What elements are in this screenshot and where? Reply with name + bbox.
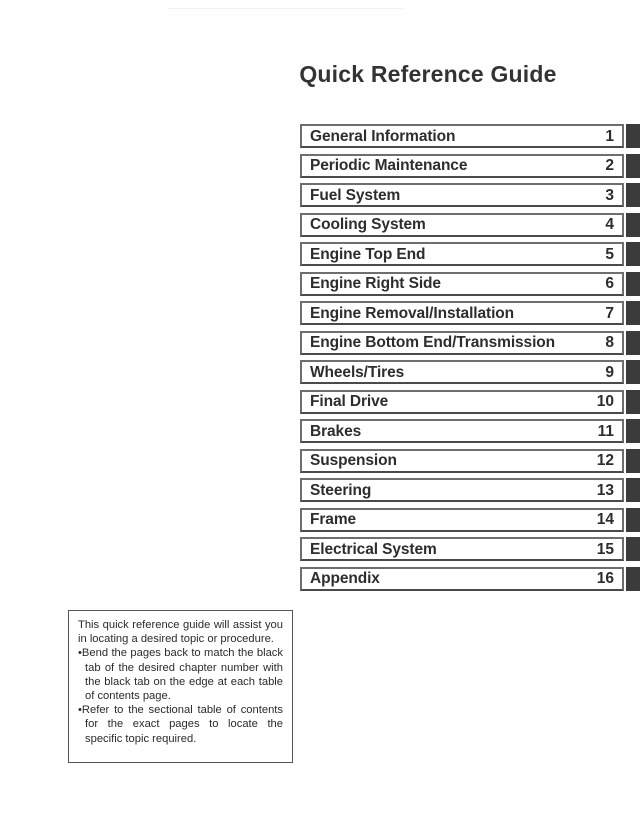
chapter-black-tab xyxy=(626,212,640,237)
toc-chapter-label: Engine Right Side xyxy=(310,275,441,292)
toc-entry-box[interactable]: Wheels/Tires 9 xyxy=(300,360,624,384)
chapter-black-tab xyxy=(626,301,640,325)
toc-entry-box[interactable]: Electrical System 15 xyxy=(300,537,624,561)
toc-chapter-number: 6 xyxy=(605,275,614,292)
toc-entry-box[interactable]: Engine Removal/Installation 7 xyxy=(300,301,624,325)
toc-chapter-number: 1 xyxy=(605,127,614,145)
toc-chapter-label: Wheels/Tires xyxy=(310,363,405,381)
toc-entry-box[interactable]: General Information 1 xyxy=(300,124,624,148)
toc-chapter-number: 8 xyxy=(605,334,614,351)
toc-row[interactable]: Fuel System 3 xyxy=(300,183,640,207)
toc-entry-box[interactable]: Final Drive 10 xyxy=(300,389,624,414)
toc-row[interactable]: Engine Right Side 6 xyxy=(300,271,640,296)
toc-entry-box[interactable]: Frame 14 xyxy=(300,507,624,532)
toc-chapter-label: Frame xyxy=(310,511,357,528)
toc-row[interactable]: Engine Removal/Installation 7 xyxy=(300,301,640,325)
toc-chapter-number: 4 xyxy=(605,216,614,233)
toc-chapter-number: 9 xyxy=(605,363,614,381)
toc-chapter-number: 3 xyxy=(605,186,614,204)
toc-chapter-label: Periodic Maintenance xyxy=(310,157,468,174)
toc-chapter-label: Engine Top End xyxy=(310,245,426,263)
toc-chapter-label: Engine Bottom End/Transmission xyxy=(310,334,556,351)
toc-chapter-number: 5 xyxy=(605,245,614,263)
toc-chapter-label: General Information xyxy=(310,127,456,145)
note-bullet-text: Bend the pages back to match the black t… xyxy=(81,647,283,703)
toc-row[interactable]: Appendix 16 xyxy=(300,566,640,591)
toc-row[interactable]: Suspension 12 xyxy=(300,448,640,473)
usage-note-box: This quick reference guide will assist y… xyxy=(68,610,293,763)
toc-row[interactable]: Steering 13 xyxy=(300,478,640,502)
toc-chapter-number: 11 xyxy=(597,422,614,440)
toc-chapter-label: Suspension xyxy=(310,452,397,469)
chapter-black-tab xyxy=(626,153,640,178)
note-intro-text: This quick reference guide will assist y… xyxy=(78,619,283,646)
toc-row[interactable]: Wheels/Tires 9 xyxy=(300,360,640,384)
toc-row[interactable]: Electrical System 15 xyxy=(300,537,640,561)
toc-chapter-label: Final Drive xyxy=(310,393,389,410)
chapter-black-tab xyxy=(626,124,640,148)
chapter-black-tab xyxy=(626,242,640,266)
toc-row[interactable]: Engine Bottom End/Transmission 8 xyxy=(300,330,640,355)
chapter-black-tab xyxy=(626,448,640,473)
toc-row[interactable]: Periodic Maintenance 2 xyxy=(300,153,640,178)
chapter-black-tab xyxy=(626,537,640,561)
toc-row[interactable]: Brakes 11 xyxy=(300,419,640,443)
toc-chapter-label: Fuel System xyxy=(310,186,401,204)
toc-chapter-label: Engine Removal/Installation xyxy=(310,304,515,322)
chapter-black-tab xyxy=(626,507,640,532)
toc-entry-box[interactable]: Fuel System 3 xyxy=(300,183,624,207)
toc-chapter-label: Electrical System xyxy=(310,540,437,558)
scan-artifact-line xyxy=(168,8,403,9)
toc-entry-box[interactable]: Appendix 16 xyxy=(300,566,624,591)
manual-page: Quick Reference Guide General Informatio… xyxy=(0,0,640,838)
toc-chapter-number: 7 xyxy=(605,304,614,322)
toc-entry-box[interactable]: Steering 13 xyxy=(300,478,624,502)
chapter-black-tab xyxy=(626,183,640,207)
toc-row[interactable]: Final Drive 10 xyxy=(300,389,640,414)
chapter-black-tab xyxy=(626,389,640,414)
toc-entry-box[interactable]: Engine Right Side 6 xyxy=(300,271,624,296)
chapter-black-tab xyxy=(626,360,640,384)
toc-row[interactable]: General Information 1 xyxy=(300,124,640,148)
page-title: Quick Reference Guide xyxy=(299,61,557,88)
toc-row[interactable]: Frame 14 xyxy=(300,507,640,532)
note-bullet-text: Refer to the sectional table of contents… xyxy=(81,704,283,745)
toc-entry-box[interactable]: Engine Top End 5 xyxy=(300,242,624,266)
toc-chapter-label: Cooling System xyxy=(310,216,426,233)
chapter-black-tab xyxy=(626,478,640,502)
chapter-black-tab xyxy=(626,419,640,443)
chapter-black-tab xyxy=(626,271,640,296)
toc-chapter-number: 10 xyxy=(596,393,614,410)
chapter-black-tab xyxy=(626,330,640,355)
toc-chapter-label: Brakes xyxy=(310,422,362,440)
table-of-contents: General Information 1 Periodic Maintenance… xyxy=(300,124,640,596)
toc-row[interactable]: Cooling System 4 xyxy=(300,212,640,237)
toc-chapter-number: 16 xyxy=(596,570,614,587)
note-bullet-item: •Bend the pages back to match the black … xyxy=(78,646,283,703)
toc-entry-box[interactable]: Periodic Maintenance 2 xyxy=(300,153,624,178)
toc-chapter-label: Steering xyxy=(310,481,372,499)
toc-chapter-number: 12 xyxy=(596,452,614,469)
toc-chapter-number: 15 xyxy=(596,540,614,558)
note-bullet-item: •Refer to the sectional table of content… xyxy=(78,703,283,746)
toc-chapter-number: 14 xyxy=(596,511,614,528)
toc-row[interactable]: Engine Top End 5 xyxy=(300,242,640,266)
toc-entry-box[interactable]: Cooling System 4 xyxy=(300,212,624,237)
toc-entry-box[interactable]: Suspension 12 xyxy=(300,448,624,473)
toc-chapter-label: Appendix xyxy=(310,570,380,587)
toc-entry-box[interactable]: Brakes 11 xyxy=(300,419,624,443)
chapter-black-tab xyxy=(626,566,640,591)
toc-chapter-number: 2 xyxy=(605,157,614,174)
toc-entry-box[interactable]: Engine Bottom End/Transmission 8 xyxy=(300,330,624,355)
toc-chapter-number: 13 xyxy=(596,481,614,499)
